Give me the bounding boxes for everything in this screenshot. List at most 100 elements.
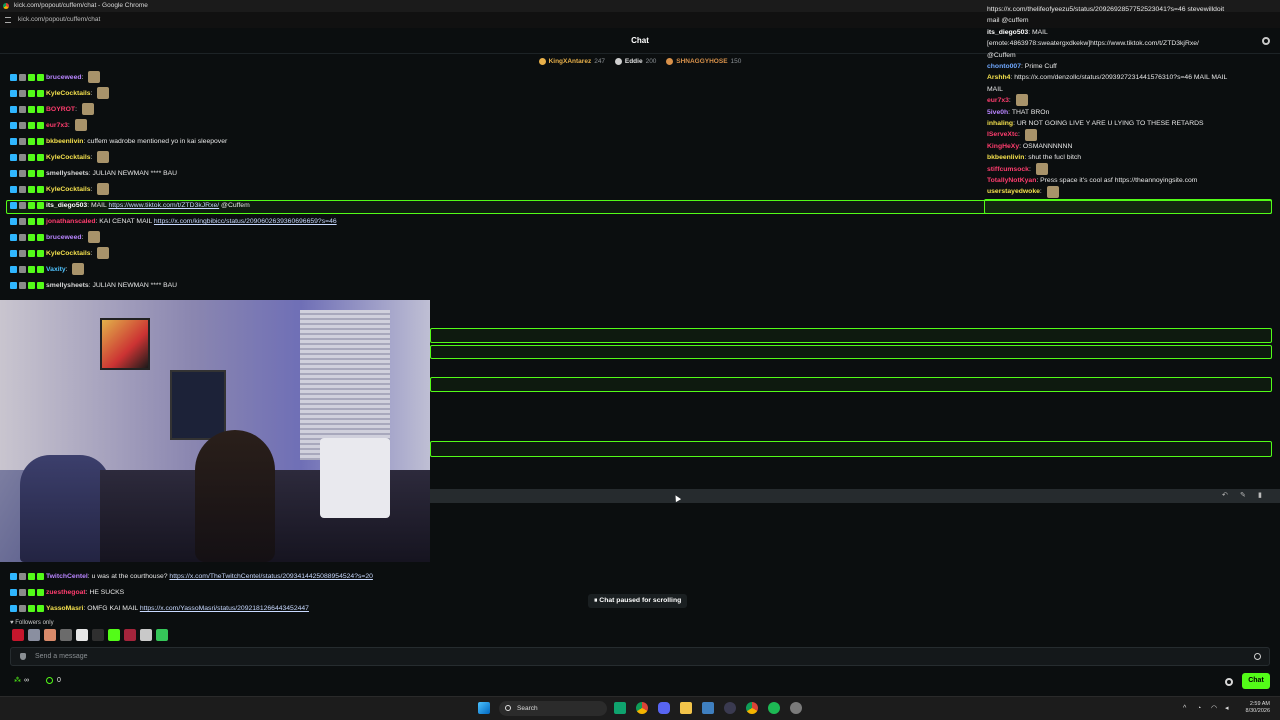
chat-username[interactable]: 5ive0h — [987, 109, 1008, 116]
emote-icon[interactable] — [12, 629, 24, 641]
chat-username[interactable]: TwitchCentel — [46, 573, 88, 580]
chat-username[interactable]: BOYROT — [46, 106, 75, 113]
url-text[interactable]: kick.com/popout/cuffem/chat — [18, 16, 100, 23]
chat-message[interactable]: Vaxity: — [10, 263, 85, 277]
chat-username[interactable]: bkbeenlivin — [987, 154, 1024, 161]
chrome-icon[interactable] — [746, 702, 758, 714]
chat-message[interactable]: BOYROT: — [10, 103, 94, 117]
pin-icon[interactable]: ✎ — [1240, 492, 1247, 499]
emote-icon[interactable] — [27, 629, 40, 641]
chat-message[interactable]: KyleCocktails: — [10, 87, 110, 101]
chat-message[interactable]: KyleCocktails: — [10, 151, 110, 165]
chat-message[interactable]: jonathanscaled: KAI CENAT MAIL https://x… — [10, 215, 337, 229]
emote-icon[interactable] — [59, 629, 72, 641]
chat-message[interactable]: bruceweed: — [10, 231, 101, 245]
chat-message[interactable]: KyleCocktails: — [10, 183, 110, 197]
chat-username[interactable]: jonathanscaled — [46, 218, 95, 225]
wifi-icon[interactable]: ◠ — [1211, 705, 1218, 712]
chat-message[interactable]: [emote:4863978:sweatergxdkekw]https://ww… — [987, 37, 1199, 51]
chat-message[interactable]: userstayedwoke: — [987, 185, 1059, 199]
steam-icon[interactable] — [702, 702, 714, 714]
chat-link[interactable]: https://www.tiktok.com/t/ZTD3kJRxe/ — [108, 202, 219, 209]
chat-username[interactable]: KyleCocktails — [46, 250, 91, 257]
volume-icon[interactable]: ◂ — [1225, 705, 1232, 712]
chat-message[interactable]: zuesthegoat: HE SUCKS — [10, 586, 124, 600]
chat-message[interactable]: smellysheets: JULIAN NEWMAN **** BAU — [10, 167, 177, 181]
chat-username[interactable]: chonto007 — [987, 63, 1021, 70]
chat-send-button[interactable]: Chat — [1242, 673, 1270, 689]
emote-icon[interactable] — [107, 629, 120, 641]
emoji-picker-icon[interactable] — [1254, 653, 1261, 660]
settings-icon[interactable] — [790, 702, 802, 714]
chat-message[interactable]: KyleCocktails: — [10, 247, 110, 261]
chat-username[interactable]: stiffcumsock — [987, 166, 1029, 173]
chevron-up-icon[interactable]: ^ — [1183, 705, 1190, 712]
app-icon[interactable] — [614, 702, 626, 714]
gear-icon[interactable] — [1262, 37, 1270, 45]
chat-input[interactable]: Send a message — [10, 647, 1270, 666]
spotify-icon[interactable] — [768, 702, 780, 714]
chat-message[interactable]: smellysheets: JULIAN NEWMAN **** BAU — [10, 279, 177, 293]
chat-username[interactable]: smellysheets — [46, 170, 89, 177]
chat-username[interactable]: KyleCocktails — [46, 186, 91, 193]
chat-username[interactable]: KyleCocktails — [46, 154, 91, 161]
chat-message[interactable]: eur7x3: — [10, 119, 87, 133]
emote-icon[interactable] — [91, 629, 104, 641]
chat-username[interactable]: bruceweed — [46, 74, 82, 81]
chat-username[interactable]: IServeXtc — [987, 131, 1018, 138]
chat-username[interactable]: Arshh4 — [987, 74, 1010, 81]
discord-icon[interactable] — [658, 702, 670, 714]
chat-username[interactable]: eur7x3 — [987, 97, 1009, 104]
chat-username[interactable]: its_diego503 — [46, 202, 87, 209]
settings-icon[interactable] — [1225, 678, 1233, 686]
chat-username[interactable]: inhaling — [987, 120, 1013, 127]
chat-username[interactable]: KingHeXy — [987, 143, 1019, 150]
taskbar-search[interactable]: Search — [499, 701, 607, 716]
chat-message[interactable]: YassoMasri: OMFG KAI MAIL https://x.com/… — [10, 602, 309, 616]
gifter-item[interactable]: SHNAGGYHOSE 150 — [666, 56, 741, 68]
chat-message[interactable]: bruceweed: — [10, 71, 101, 85]
reply-icon[interactable]: ↶ — [1222, 492, 1229, 499]
kick-stat[interactable]: ⁂ ∞ — [14, 676, 29, 686]
gifter-item[interactable]: Eddie 200 — [614, 56, 656, 68]
chrome-icon[interactable] — [636, 702, 648, 714]
emote-icon[interactable] — [75, 629, 88, 641]
chat-username[interactable]: userstayedwoke — [987, 188, 1040, 195]
chat-input-placeholder[interactable]: Send a message — [35, 648, 88, 665]
site-settings-icon[interactable] — [5, 17, 11, 23]
start-icon[interactable] — [478, 702, 490, 714]
chat-mention[interactable]: @Cuffem — [221, 202, 250, 209]
chat-username[interactable]: bkbeenlivin — [46, 138, 83, 145]
chat-message[interactable]: Arshh4: https://x.com/denzollc/status/20… — [987, 71, 1227, 85]
emote-icon[interactable] — [123, 629, 136, 641]
stream-video[interactable] — [0, 300, 430, 562]
chat-username[interactable]: YassoMasri — [46, 605, 83, 612]
chat-message[interactable]: TwitchCentel: u was at the courthouse? h… — [10, 570, 373, 584]
channel-points[interactable]: 0 — [46, 676, 61, 686]
emote-icon[interactable] — [155, 629, 168, 641]
chat-message[interactable]: bkbeenlivin: cuffem wadrobe mentioned yo… — [10, 135, 227, 149]
chat-username[interactable]: zuesthegoat — [46, 589, 86, 596]
chat-message[interactable]: its_diego503: MAIL https://www.tiktok.co… — [10, 199, 250, 213]
chat-username[interactable]: Vaxity — [46, 266, 66, 273]
app-icon[interactable] — [724, 702, 736, 714]
folder-icon[interactable] — [680, 702, 692, 714]
chat-paused-button[interactable]: ⏸ Chat paused for scrolling — [588, 594, 688, 608]
chat-username[interactable]: its_diego503 — [987, 29, 1028, 36]
gifter-item[interactable]: KingXAntarez 247 — [538, 56, 605, 68]
chrome-icon — [3, 3, 9, 9]
chat-username[interactable]: eur7x3 — [46, 122, 68, 129]
chat-username[interactable]: bruceweed — [46, 234, 82, 241]
chat-username[interactable]: smellysheets — [46, 282, 89, 289]
clock[interactable]: 2:59 AM 8/30/2026 — [1236, 701, 1270, 715]
chat-link[interactable]: https://x.com/YassoMasri/status/20921812… — [140, 605, 309, 612]
delete-icon[interactable]: ▮ — [1258, 492, 1265, 499]
network-icon[interactable]: ◔ — [1197, 705, 1204, 712]
chat-username[interactable]: KyleCocktails — [46, 90, 91, 97]
emote-icon[interactable] — [43, 629, 56, 641]
chat-link[interactable]: https://x.com/kingbibicc/status/20906026… — [154, 218, 337, 225]
chat-username[interactable]: TotallyNotKyan — [987, 177, 1036, 184]
emote-icon[interactable] — [139, 629, 152, 641]
chat-link[interactable]: https://x.com/TheTwitchCentel/status/209… — [169, 573, 372, 580]
window-title: kick.com/popout/cuffem/chat - Google Chr… — [14, 2, 148, 9]
